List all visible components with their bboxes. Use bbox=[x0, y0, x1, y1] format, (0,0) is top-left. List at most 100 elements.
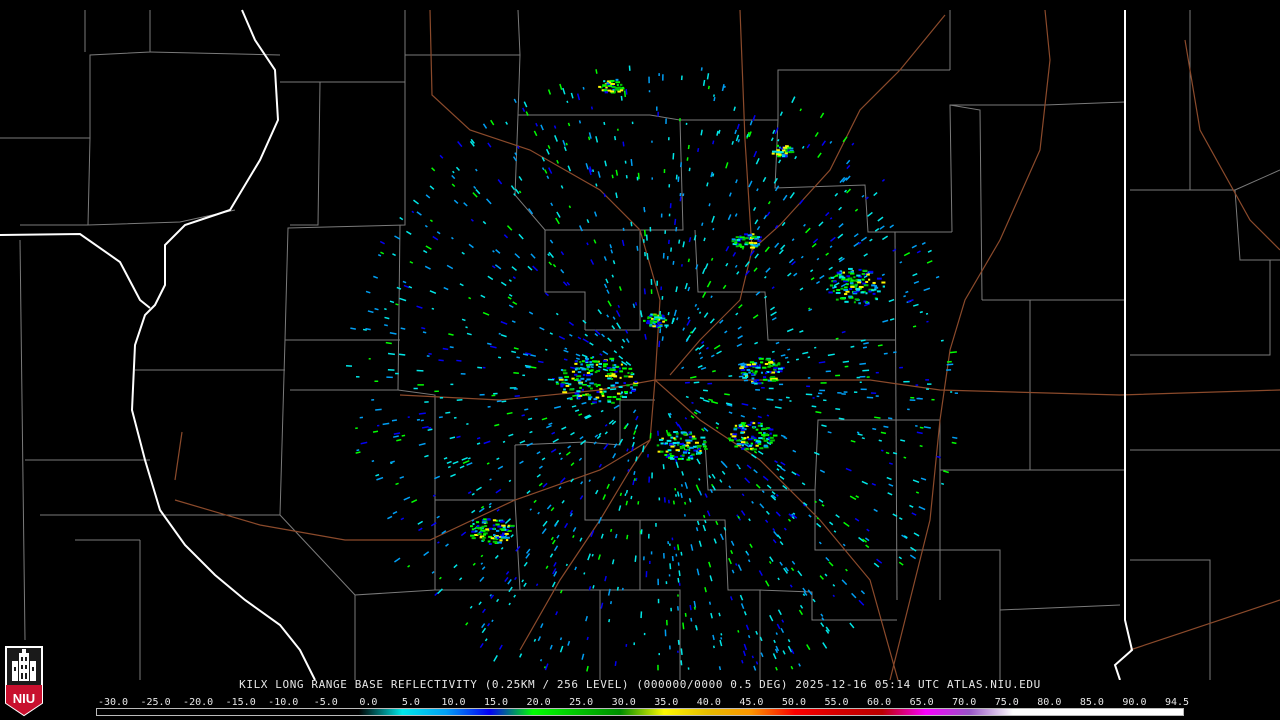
echo-pixel bbox=[675, 432, 679, 435]
echo-pixel bbox=[656, 321, 662, 324]
echo-pixel bbox=[577, 397, 581, 400]
echo-pixel bbox=[471, 537, 476, 540]
echo-pixel bbox=[603, 363, 609, 366]
echo-pixel bbox=[475, 521, 480, 524]
radar-map bbox=[0, 0, 1280, 680]
echo-pixel bbox=[636, 176, 639, 181]
echo-pixel bbox=[616, 392, 621, 395]
echo-pixel bbox=[656, 106, 658, 111]
echo-pixel bbox=[492, 540, 498, 543]
echo-pixel bbox=[668, 213, 671, 217]
echo-pixel bbox=[386, 376, 393, 379]
echo-pixel bbox=[747, 423, 752, 426]
echo-pixel bbox=[835, 291, 841, 294]
echo-pixel bbox=[853, 276, 856, 279]
echo-pixel bbox=[628, 375, 633, 378]
echo-pixel bbox=[579, 386, 582, 389]
echo-pixel bbox=[768, 387, 774, 390]
echo-pixel bbox=[655, 522, 657, 527]
echo-pixel bbox=[771, 379, 777, 382]
echo-pixel bbox=[763, 376, 767, 379]
echo-pixel bbox=[574, 360, 578, 363]
echo-pixel bbox=[926, 388, 929, 390]
echo-pixel bbox=[839, 275, 844, 278]
echo-pixel bbox=[558, 376, 563, 379]
echo-pixel bbox=[601, 392, 605, 395]
echo-pixel bbox=[677, 594, 679, 597]
echo-pixel bbox=[560, 385, 564, 388]
echo-pixel bbox=[592, 356, 595, 359]
echo-pixel bbox=[823, 399, 827, 402]
echo-pixel bbox=[740, 368, 746, 371]
echo-pixel bbox=[854, 283, 858, 286]
echo-pixel bbox=[563, 372, 568, 375]
echo-pixel bbox=[500, 520, 503, 523]
echo-pixel bbox=[863, 284, 869, 287]
echo-pixel bbox=[751, 373, 754, 376]
echo-pixel bbox=[615, 78, 619, 81]
echo-pixel bbox=[828, 277, 832, 280]
echo-pixel bbox=[657, 111, 659, 117]
echo-pixel bbox=[672, 442, 677, 445]
echo-pixel bbox=[744, 233, 748, 236]
echo-pixel bbox=[555, 383, 560, 385]
echo-pixel bbox=[749, 444, 753, 447]
echo-pixel bbox=[755, 444, 759, 447]
echo-pixel bbox=[585, 359, 589, 362]
echo-pixel bbox=[613, 375, 618, 378]
echo-pixel bbox=[702, 445, 707, 448]
echo-pixel bbox=[849, 272, 855, 275]
echo-pixel bbox=[844, 286, 848, 289]
echo-pixel bbox=[765, 358, 771, 361]
echo-pixel bbox=[774, 364, 778, 367]
echo-pixel bbox=[613, 364, 617, 367]
echo-pixel bbox=[870, 392, 877, 394]
echo-pixel bbox=[622, 396, 627, 399]
echo-pixel bbox=[560, 383, 565, 386]
echo-pixel bbox=[595, 363, 599, 366]
echo-pixel bbox=[679, 118, 681, 122]
echo-pixel bbox=[658, 497, 661, 501]
echo-pixel bbox=[664, 442, 669, 445]
echo-pixel bbox=[946, 369, 952, 371]
echo-pixel bbox=[618, 385, 623, 388]
echo-pixel bbox=[835, 374, 841, 377]
echo-pixel bbox=[674, 456, 679, 459]
echo-pixel bbox=[734, 445, 739, 448]
colorbar-tick-label: 15.0 bbox=[483, 697, 509, 708]
echo-pixel bbox=[505, 536, 510, 539]
echo-pixel bbox=[615, 81, 621, 84]
echo-pixel bbox=[669, 443, 673, 446]
echo-pixel bbox=[835, 274, 839, 277]
echo-pixel bbox=[651, 177, 654, 180]
echo-pixel bbox=[776, 144, 779, 147]
colorbar-tick-label: -30.0 bbox=[97, 697, 129, 708]
colorbar-tick-label: 0.0 bbox=[359, 697, 378, 708]
echo-pixel bbox=[846, 283, 849, 286]
echo-pixel bbox=[658, 653, 660, 656]
echo-pixel bbox=[612, 396, 617, 399]
echo-pixel bbox=[762, 378, 768, 381]
echo-pixel bbox=[829, 284, 834, 287]
echo-pixel bbox=[664, 453, 668, 456]
echo-pixel bbox=[477, 533, 482, 536]
echo-pixel bbox=[753, 235, 758, 238]
echo-pixel bbox=[859, 381, 862, 384]
echo-pixel bbox=[673, 437, 676, 440]
echo-pixel bbox=[368, 357, 371, 360]
echo-pixel bbox=[653, 322, 656, 325]
echo-pixel bbox=[670, 457, 675, 460]
echo-pixel bbox=[659, 314, 662, 317]
echo-pixel bbox=[728, 439, 734, 442]
echo-pixel bbox=[662, 320, 665, 323]
echo-pixel bbox=[828, 291, 833, 294]
echo-pixel bbox=[771, 150, 777, 153]
echo-pixel bbox=[751, 381, 755, 384]
echo-pixel bbox=[564, 375, 570, 378]
echo-pixel bbox=[769, 432, 772, 435]
echo-pixel bbox=[789, 400, 792, 402]
echo-pixel bbox=[589, 387, 593, 390]
echo-pixel bbox=[871, 289, 875, 292]
echo-pixel bbox=[746, 368, 751, 371]
echo-pixel bbox=[407, 416, 410, 419]
